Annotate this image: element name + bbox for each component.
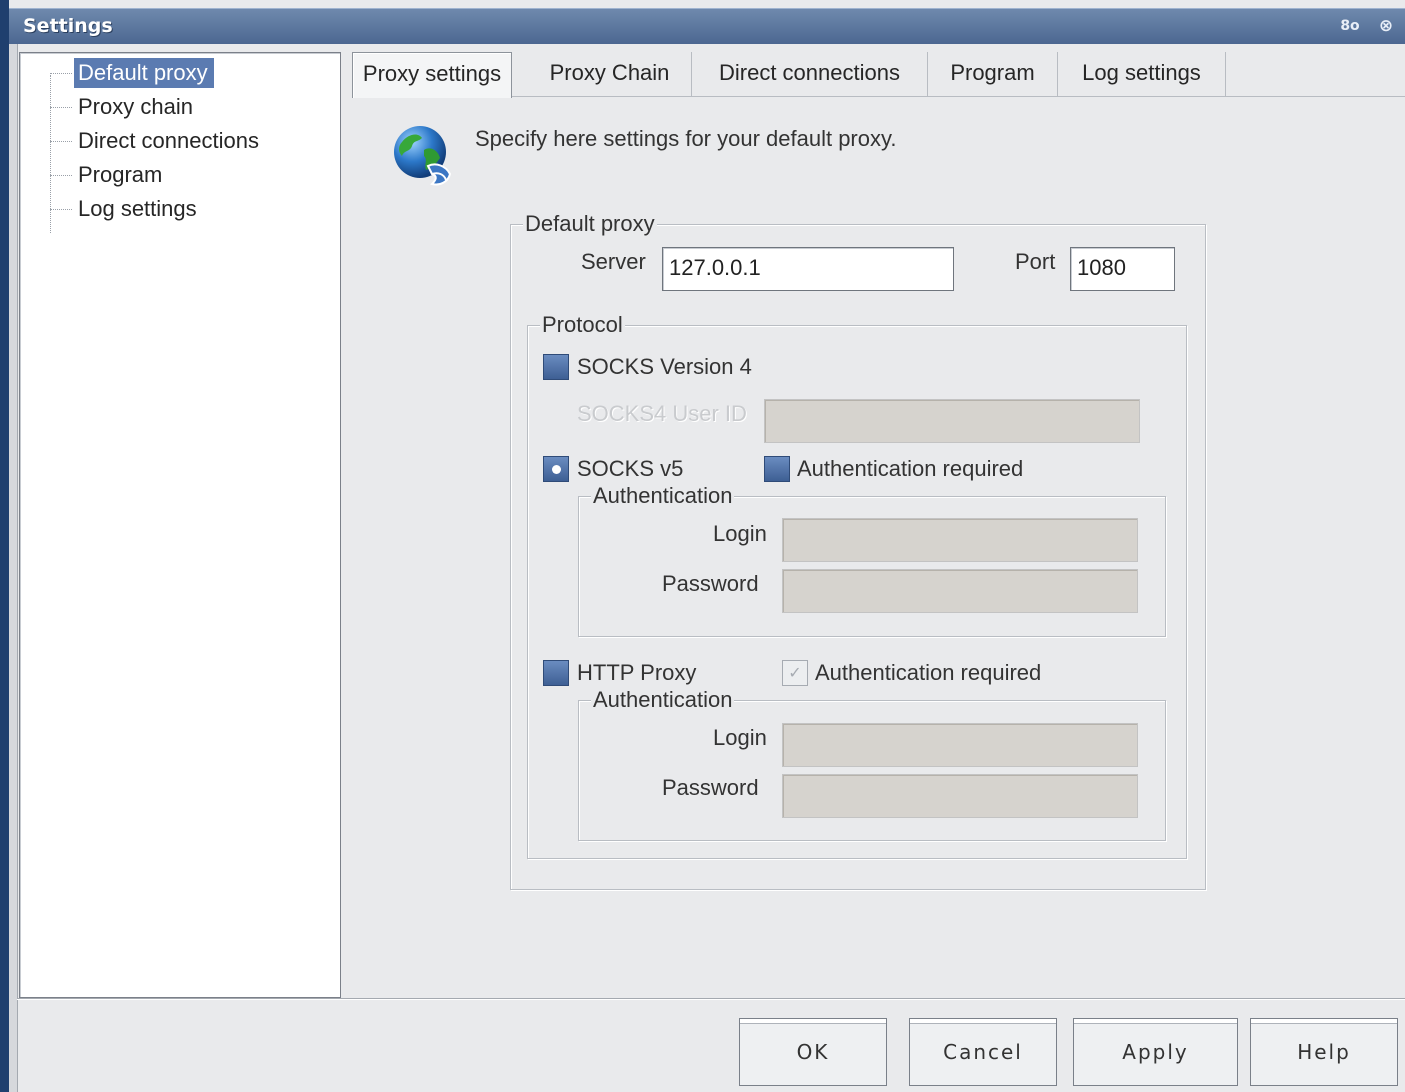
protocol-group-title: Protocol [540, 311, 625, 339]
tree-item-label: Direct connections [78, 128, 259, 153]
tree-item-label: Log settings [78, 196, 197, 221]
socks5-login-input[interactable] [782, 518, 1138, 562]
tab-direct-connections[interactable]: Direct connections [692, 52, 928, 96]
title-bar[interactable]: Settings 8o ⊗ [9, 8, 1405, 45]
socks5-auth-group-title: Authentication [591, 482, 735, 510]
http-password-label: Password [662, 775, 759, 800]
socks5-radio[interactable] [543, 456, 569, 482]
http-auth-group-title: Authentication [591, 686, 735, 714]
tree-branch [50, 73, 72, 74]
tree-item-program[interactable]: Program [50, 159, 330, 191]
http-login-label: Login [713, 725, 767, 750]
tree-item-log-settings[interactable]: Log settings [50, 193, 330, 225]
port-input[interactable]: 1080 [1070, 247, 1175, 291]
tab-proxy-settings[interactable]: Proxy settings [352, 52, 512, 98]
footer-divider [17, 998, 1405, 999]
window-title: Settings [23, 15, 113, 37]
http-password-input[interactable] [782, 774, 1138, 818]
help-button[interactable]: Help [1250, 1018, 1398, 1086]
http-proxy-label: HTTP Proxy [577, 660, 697, 685]
ok-button[interactable]: OK [739, 1018, 887, 1086]
socks4-userid-input[interactable] [764, 399, 1140, 443]
info-text: Specify here settings for your default p… [475, 126, 897, 151]
tree-branch [50, 209, 72, 210]
socks5-password-label: Password [662, 571, 759, 596]
http-auth-group: Authentication [578, 686, 1166, 841]
port-label: Port [1015, 249, 1056, 274]
tree-item-default-proxy[interactable]: Default proxy [50, 57, 330, 89]
http-auth-required-checkbox[interactable]: ✓ [782, 660, 808, 686]
socks5-login-label: Login [713, 521, 767, 546]
tree-item-label: Proxy chain [78, 94, 193, 119]
http-auth-required-label: Authentication required [815, 660, 1042, 685]
socks4-userid-label: SOCKS4 User ID [577, 401, 747, 426]
http-login-input[interactable] [782, 723, 1138, 767]
default-proxy-group-title: Default proxy [523, 210, 657, 238]
server-label: Server [581, 249, 646, 274]
server-input[interactable]: 127.0.0.1 [662, 247, 954, 291]
cancel-button[interactable]: Cancel [909, 1018, 1057, 1086]
tab-log-settings[interactable]: Log settings [1058, 52, 1226, 96]
tree-item-label: Default proxy [74, 58, 214, 88]
tree-branch [50, 107, 72, 108]
socks5-auth-required-checkbox[interactable] [764, 456, 790, 482]
socks5-label: SOCKS v5 [577, 456, 684, 481]
close-button-icon[interactable]: ⊗ [1375, 15, 1397, 37]
globe-network-icon [394, 126, 452, 186]
tree-item-label: Program [78, 162, 163, 187]
socks4-radio[interactable] [543, 354, 569, 380]
settings-tree[interactable]: Default proxy Proxy chain Direct connect… [19, 52, 341, 998]
window-outer-edge [0, 0, 9, 1092]
tab-proxy-chain[interactable]: Proxy Chain [528, 52, 692, 96]
tree-item-direct-connections[interactable]: Direct connections [50, 125, 330, 157]
tree-item-proxy-chain[interactable]: Proxy chain [50, 91, 330, 123]
http-proxy-radio[interactable] [543, 660, 569, 686]
socks5-auth-required-label: Authentication required [797, 456, 1024, 481]
window-left-border [9, 44, 18, 1092]
tab-program[interactable]: Program [928, 52, 1058, 96]
radio-selected-dot [552, 465, 561, 474]
socks5-password-input[interactable] [782, 569, 1138, 613]
apply-button[interactable]: Apply [1073, 1018, 1238, 1086]
tree-branch [50, 141, 72, 142]
tree-branch [50, 175, 72, 176]
socks4-label: SOCKS Version 4 [577, 354, 752, 379]
restore-button-icon[interactable]: 8o [1339, 15, 1361, 37]
